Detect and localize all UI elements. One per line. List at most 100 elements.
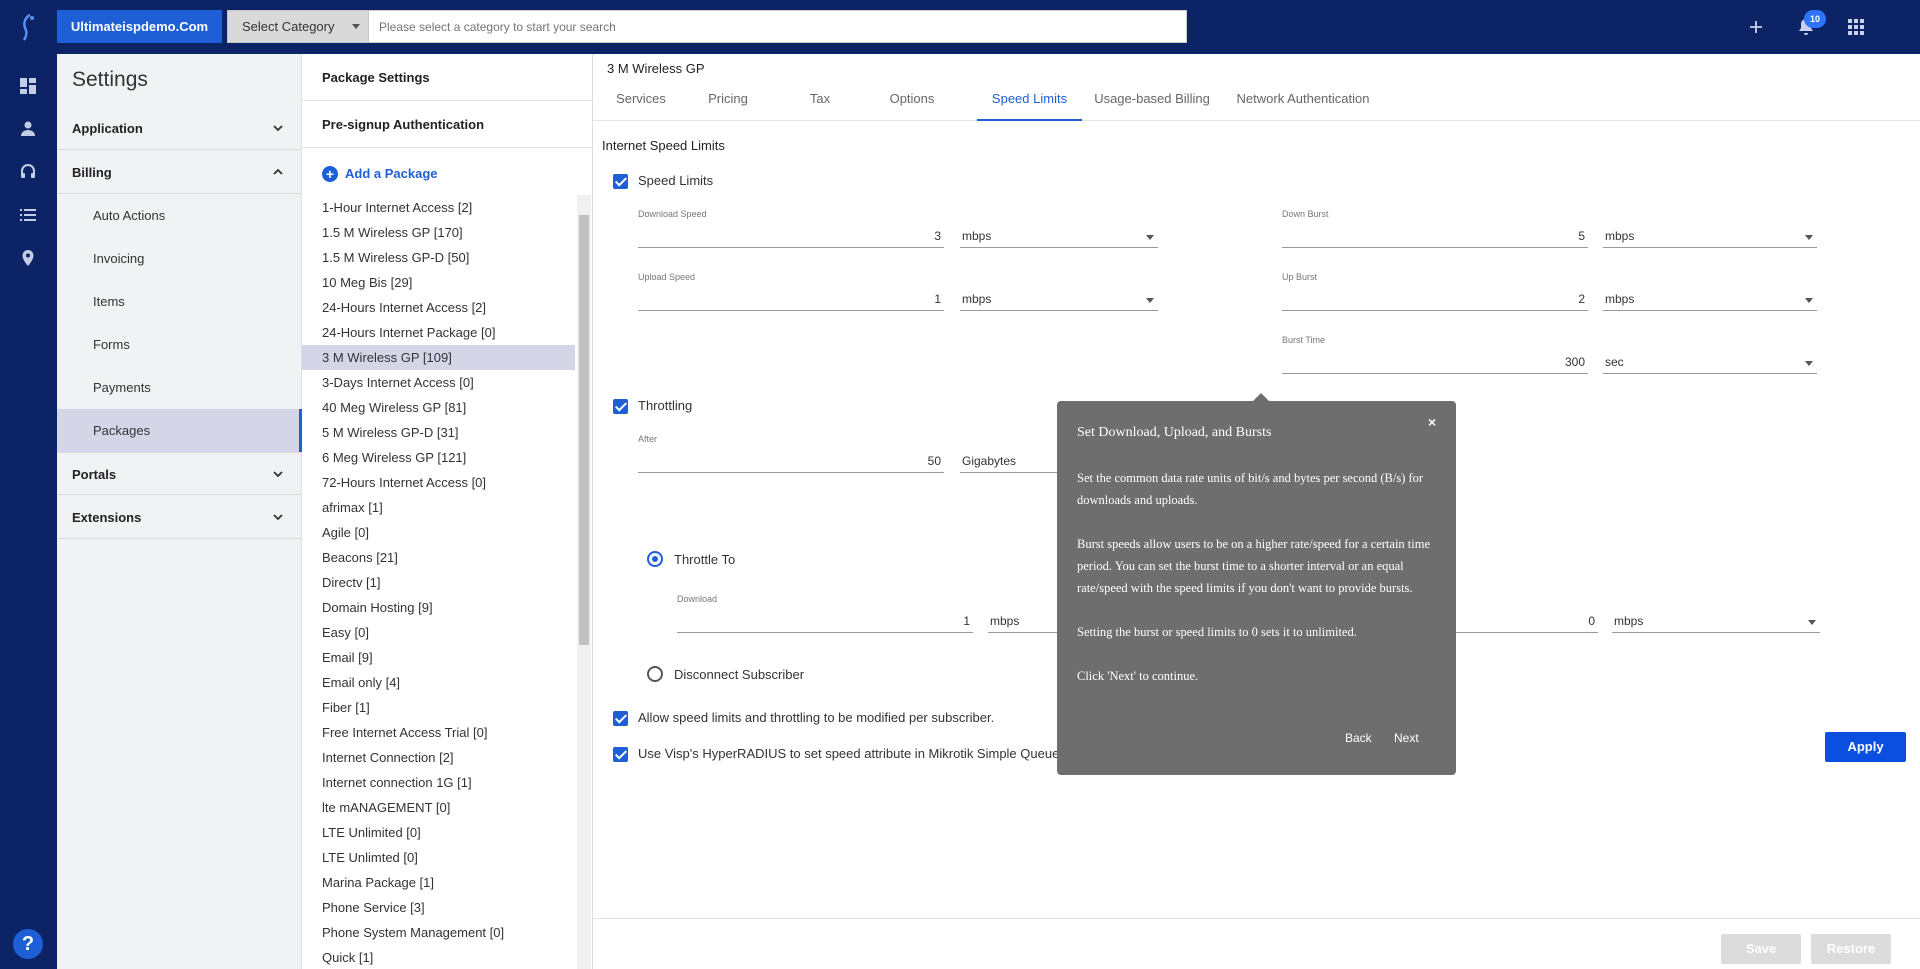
tab-tax[interactable]: Tax <box>774 84 866 121</box>
upload-speed-input[interactable]: 1 <box>638 289 944 311</box>
package-list-item[interactable]: Email [9] <box>302 645 575 670</box>
upload-speed-unit-select[interactable]: mbps <box>960 289 1158 311</box>
package-list-item[interactable]: 10 Meg Bis [29] <box>302 270 575 295</box>
package-list-item[interactable]: 24-Hours Internet Package [0] <box>302 320 575 345</box>
sidebar-item-forms[interactable]: Forms <box>57 323 302 366</box>
tab-speed-limits[interactable]: Speed Limits <box>977 84 1082 121</box>
sidebar-item-packages[interactable]: Packages <box>57 409 302 452</box>
add-package-label: Add a Package <box>345 166 438 181</box>
throttle-download-unit-select[interactable]: mbps <box>988 611 1058 633</box>
top-bar: Ultimateispdemo.Com Select Category 10 <box>0 0 1920 54</box>
apply-button[interactable]: Apply <box>1825 732 1906 762</box>
package-list-item[interactable]: afrimax [1] <box>302 495 575 520</box>
package-list-item[interactable]: Fiber [1] <box>302 695 575 720</box>
package-settings-link[interactable]: Package Settings <box>302 54 593 101</box>
package-list-item[interactable]: 1.5 M Wireless GP-D [50] <box>302 245 575 270</box>
add-package-button[interactable]: + Add a Package <box>322 161 438 187</box>
add-icon[interactable] <box>1744 15 1768 39</box>
sidebar-section-portals[interactable]: Portals <box>57 452 302 495</box>
hyperradius-label: Use Visp's HyperRADIUS to set speed attr… <box>638 746 1060 761</box>
sidebar-item-payments[interactable]: Payments <box>57 366 302 409</box>
sidebar-section-extensions[interactable]: Extensions <box>57 496 302 539</box>
category-select[interactable]: Select Category <box>227 10 369 43</box>
allow-modify-checkbox[interactable] <box>613 711 628 726</box>
throttle-to-label: Throttle To <box>674 552 736 567</box>
package-list-item[interactable]: 6 Meg Wireless GP [121] <box>302 445 575 470</box>
package-list-item[interactable]: Email only [4] <box>302 670 575 695</box>
throttle-download-input[interactable]: 1 <box>677 611 973 633</box>
tooltip-next-button[interactable]: Next <box>1394 731 1419 745</box>
help-button[interactable]: ? <box>13 929 43 959</box>
package-list-item[interactable]: 72-Hours Internet Access [0] <box>302 470 575 495</box>
hyperradius-checkbox[interactable] <box>613 747 628 762</box>
headset-icon[interactable] <box>18 162 38 182</box>
package-list-item[interactable]: 3-Days Internet Access [0] <box>302 370 575 395</box>
sidebar-section-label: Extensions <box>72 510 142 525</box>
package-list-item[interactable]: Beacons [21] <box>302 545 575 570</box>
package-list-item[interactable]: Phone System Management [0] <box>302 920 575 945</box>
package-list-item[interactable]: lte mANAGEMENT [0] <box>302 795 575 820</box>
scrollbar-thumb[interactable] <box>579 215 589 645</box>
down-burst-input[interactable]: 5 <box>1282 226 1588 248</box>
restore-button[interactable]: Restore <box>1811 934 1891 964</box>
package-list-item[interactable]: 40 Meg Wireless GP [81] <box>302 395 575 420</box>
tab-options[interactable]: Options <box>866 84 958 121</box>
package-list-item[interactable]: Free Internet Access Trial [0] <box>302 720 575 745</box>
package-list-item[interactable]: LTE Unlimited [0] <box>302 820 575 845</box>
package-list-item[interactable]: Phone Service [3] <box>302 895 575 920</box>
tab-network-authentication[interactable]: Network Authentication <box>1223 84 1383 121</box>
package-list-item[interactable]: LTE Unlimted [0] <box>302 845 575 870</box>
package-list-item[interactable]: 5 M Wireless GP-D [31] <box>302 420 575 445</box>
user-icon[interactable] <box>18 119 38 139</box>
disconnect-subscriber-radio[interactable] <box>647 666 663 682</box>
package-list-item[interactable]: 3 M Wireless GP [109] <box>302 345 575 370</box>
package-list-item[interactable]: 24-Hours Internet Access [2] <box>302 295 575 320</box>
sidebar-item-items[interactable]: Items <box>57 280 302 323</box>
package-list-item[interactable]: Internet Connection [2] <box>302 745 575 770</box>
up-burst-unit-select[interactable]: mbps <box>1603 289 1817 311</box>
tab-usage-based-billing[interactable]: Usage-based Billing <box>1087 84 1217 121</box>
list-icon[interactable] <box>18 205 38 225</box>
tab-services[interactable]: Services <box>600 84 682 121</box>
package-list-item[interactable]: Internet connection 1G [1] <box>302 770 575 795</box>
speed-limits-checkbox[interactable] <box>613 174 628 189</box>
search-input[interactable] <box>369 10 1187 43</box>
apps-grid-icon[interactable] <box>1844 15 1868 39</box>
package-list-item[interactable]: Easy [0] <box>302 620 575 645</box>
sidebar-section-billing[interactable]: Billing <box>57 151 302 194</box>
package-list-item[interactable]: Directv [1] <box>302 570 575 595</box>
after-unit-select[interactable]: Gigabytes <box>960 451 1058 473</box>
tab-pricing[interactable]: Pricing <box>682 84 774 121</box>
package-list-item[interactable]: Agile [0] <box>302 520 575 545</box>
package-list-item[interactable]: 1-Hour Internet Access [2] <box>302 195 575 220</box>
package-list-scrollbar[interactable] <box>577 195 591 969</box>
download-speed-unit-select[interactable]: mbps <box>960 226 1158 248</box>
after-input[interactable]: 50 <box>638 451 944 473</box>
package-list-item[interactable]: Marina Package [1] <box>302 870 575 895</box>
save-button[interactable]: Save <box>1721 934 1801 964</box>
throttle-upload-unit-select[interactable]: mbps <box>1612 611 1820 633</box>
throttling-checkbox[interactable] <box>613 399 628 414</box>
down-burst-unit-select[interactable]: mbps <box>1603 226 1817 248</box>
dashboard-icon[interactable] <box>18 76 38 96</box>
sidebar-item-invoicing[interactable]: Invoicing <box>57 237 302 280</box>
download-speed-input[interactable]: 3 <box>638 226 944 248</box>
burst-time-unit-select[interactable]: sec <box>1603 352 1817 374</box>
package-list-item[interactable]: 1.5 M Wireless GP [170] <box>302 220 575 245</box>
up-burst-input[interactable]: 2 <box>1282 289 1588 311</box>
close-icon[interactable]: × <box>1428 414 1436 430</box>
package-list-item[interactable]: Quick [1] <box>302 945 575 969</box>
throttle-upload-input[interactable]: 0 <box>1456 611 1598 633</box>
tooltip-back-button[interactable]: Back <box>1345 731 1372 745</box>
brand-button[interactable]: Ultimateispdemo.Com <box>57 10 222 43</box>
package-list-item[interactable]: Domain Hosting [9] <box>302 595 575 620</box>
section-title: Internet Speed Limits <box>602 138 725 153</box>
location-pin-icon[interactable] <box>18 248 38 268</box>
sidebar-section-label: Billing <box>72 165 112 180</box>
sidebar-section-application[interactable]: Application <box>57 107 302 150</box>
app-logo-icon[interactable] <box>18 12 40 42</box>
burst-time-input[interactable]: 300 <box>1282 352 1588 374</box>
pre-signup-authentication-link[interactable]: Pre-signup Authentication <box>302 101 593 148</box>
throttle-to-radio[interactable] <box>647 551 663 567</box>
sidebar-item-auto-actions[interactable]: Auto Actions <box>57 194 302 237</box>
